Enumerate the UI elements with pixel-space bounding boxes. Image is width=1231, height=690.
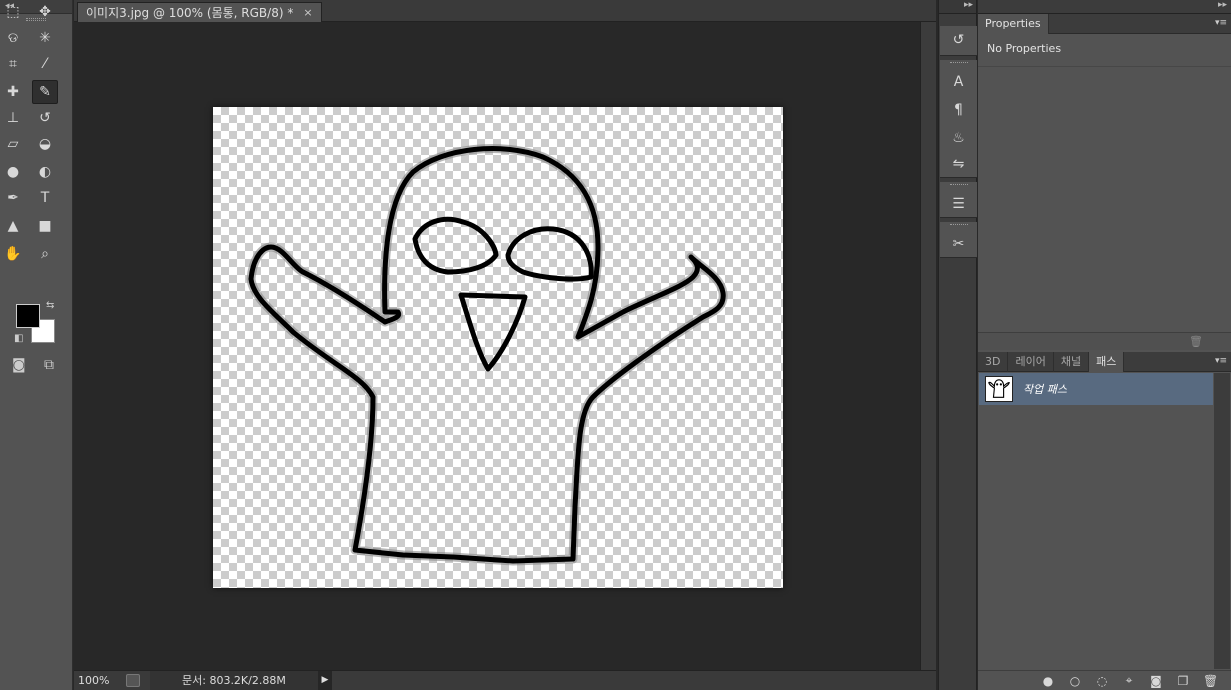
canvas-area[interactable]	[74, 22, 920, 670]
status-menu-arrow-icon[interactable]: ▶	[318, 671, 332, 690]
add-mask-icon[interactable]: ◙	[1149, 674, 1163, 688]
paths-footer: ● ○ ◌ ⌖ ◙ ❐ 🗑	[978, 670, 1231, 690]
dock-group-layer-comps: ☰	[940, 182, 977, 218]
rectangle-shape-icon[interactable]: ■	[32, 214, 58, 238]
tab-properties[interactable]: Properties	[978, 14, 1049, 34]
document-tab[interactable]: 이미지3.jpg @ 100% (몸통, RGB/8) * ×	[77, 2, 322, 22]
clone-stamp-icon[interactable]: ⊥	[0, 106, 26, 130]
default-colors-icon[interactable]: ◧	[14, 333, 23, 344]
dock-collapse-bar[interactable]: ▸▸	[939, 0, 976, 14]
pen-icon[interactable]: ✒	[0, 186, 26, 210]
zoom-level[interactable]: 100%	[78, 671, 122, 690]
no-properties-text: No Properties	[987, 42, 1062, 55]
tab-3d[interactable]: 3D	[978, 352, 1009, 372]
right-panels: ▸▸ Properties ▾≡ No Properties 🗑 3D 레이어 …	[978, 0, 1231, 690]
properties-menu-icon[interactable]: ▾≡	[1215, 18, 1227, 28]
load-selection-icon[interactable]: ◌	[1095, 674, 1109, 688]
quick-mask-icon[interactable]: ◙	[12, 357, 26, 373]
tab-layers[interactable]: 레이어	[1008, 352, 1054, 372]
new-path-icon[interactable]: ❐	[1176, 674, 1190, 688]
properties-trash-icon[interactable]: 🗑	[1189, 335, 1203, 348]
close-tab-icon[interactable]: ×	[303, 3, 312, 23]
paragraph-panel-icon[interactable]: ¶	[940, 96, 977, 124]
ghost-drawing	[246, 144, 728, 566]
make-work-path-icon[interactable]: ⌖	[1122, 673, 1136, 688]
layer-comps-panel-icon[interactable]: ☰	[940, 190, 977, 218]
zoom-icon[interactable]: ⌕	[32, 242, 58, 266]
tool-presets-panel-icon[interactable]: ✂	[940, 230, 977, 258]
properties-tabs: Properties ▾≡	[978, 14, 1231, 34]
panel-icon-dock: ▸▸ ↺ A ¶ ♨ ⇋ ☰ ✂	[938, 0, 977, 690]
status-bar: 100% 문서: 803.2K/2.88M ▶	[74, 670, 936, 690]
move-icon[interactable]: ✥	[32, 0, 58, 24]
magic-wand-icon[interactable]: ✳	[32, 26, 58, 50]
document-canvas[interactable]	[213, 107, 783, 588]
path-item-work-path[interactable]: 작업 패스	[979, 373, 1213, 405]
eyedropper-icon[interactable]: ⁄	[32, 52, 58, 76]
hand-icon[interactable]: ✋	[0, 242, 26, 266]
paint-bucket-icon[interactable]: ◒	[32, 132, 58, 156]
paths-panel: 3D 레이어 채널 패스 ▾≡ 작업 패스 ● ○ ◌ ⌖ ◙ ❐ 🗑	[978, 352, 1231, 690]
document-tab-bar: 이미지3.jpg @ 100% (몸통, RGB/8) * ×	[74, 0, 936, 22]
paths-tabs: 3D 레이어 채널 패스 ▾≡	[978, 352, 1231, 372]
paths-menu-icon[interactable]: ▾≡	[1215, 356, 1227, 366]
brush-presets-panel-icon[interactable]: ♨	[940, 124, 977, 152]
zoom-preview-icon[interactable]	[126, 674, 140, 687]
document-tab-title: 이미지3.jpg @ 100% (몸통, RGB/8) *	[86, 5, 294, 20]
path-item-label: 작업 패스	[1023, 383, 1067, 396]
tab-channels[interactable]: 채널	[1054, 352, 1090, 372]
healing-brush-icon[interactable]: ✚	[0, 80, 26, 104]
stroke-path-icon[interactable]: ○	[1068, 674, 1082, 688]
canvas-vertical-scrollbar[interactable]	[920, 22, 936, 670]
history-panel-icon[interactable]: ↺	[940, 26, 977, 54]
type-icon[interactable]: T	[32, 186, 58, 210]
eraser-icon[interactable]: ▱	[0, 132, 26, 156]
document-info: 문서: 803.2K/2.88M	[150, 671, 318, 690]
crop-icon[interactable]: ⌗	[0, 52, 26, 76]
properties-body: No Properties	[978, 34, 1231, 332]
brush-icon[interactable]: ✎	[32, 80, 58, 104]
delete-path-icon[interactable]: 🗑	[1203, 674, 1218, 688]
path-select-icon[interactable]: ▲	[0, 214, 26, 238]
properties-footer: 🗑	[978, 332, 1231, 350]
dock-group-adjust: ⇋	[940, 150, 977, 178]
character-panel-icon[interactable]: A	[940, 68, 977, 96]
properties-divider	[978, 66, 1231, 67]
blur-icon[interactable]: ●	[0, 160, 26, 184]
right-expand-icon[interactable]: ▸▸	[1218, 0, 1227, 10]
dock-group-tool-presets: ✂	[940, 222, 977, 258]
dock-expand-icon[interactable]: ▸▸	[964, 0, 973, 10]
tools-panel: ◂◂ ⬚ ✥ ଡ ✳ ⌗ ⁄ ✚ ✎ ⊥ ↺ ▱ ◒ ● ◐ ✒ T ▲ ■ ✋ ⌕ ⇆ ◧ ◙ ⧉	[0, 0, 73, 690]
foreground-color-swatch[interactable]	[16, 304, 40, 328]
adjustments-panel-icon[interactable]: ⇋	[940, 150, 977, 178]
right-collapse-bar[interactable]: ▸▸	[978, 0, 1231, 14]
path-thumbnail	[985, 376, 1013, 402]
paths-scrollbar[interactable]	[1214, 373, 1230, 669]
swap-colors-icon[interactable]: ⇆	[46, 300, 54, 311]
lasso-icon[interactable]: ଡ	[0, 26, 26, 50]
rect-marquee-icon[interactable]: ⬚	[0, 0, 26, 24]
dock-group-history: ↺	[940, 26, 977, 56]
tab-paths[interactable]: 패스	[1089, 352, 1125, 372]
dodge-icon[interactable]: ◐	[32, 160, 58, 184]
history-brush-icon[interactable]: ↺	[32, 106, 58, 130]
fill-path-icon[interactable]: ●	[1041, 674, 1055, 688]
screen-mode-icon[interactable]: ⧉	[44, 357, 54, 373]
